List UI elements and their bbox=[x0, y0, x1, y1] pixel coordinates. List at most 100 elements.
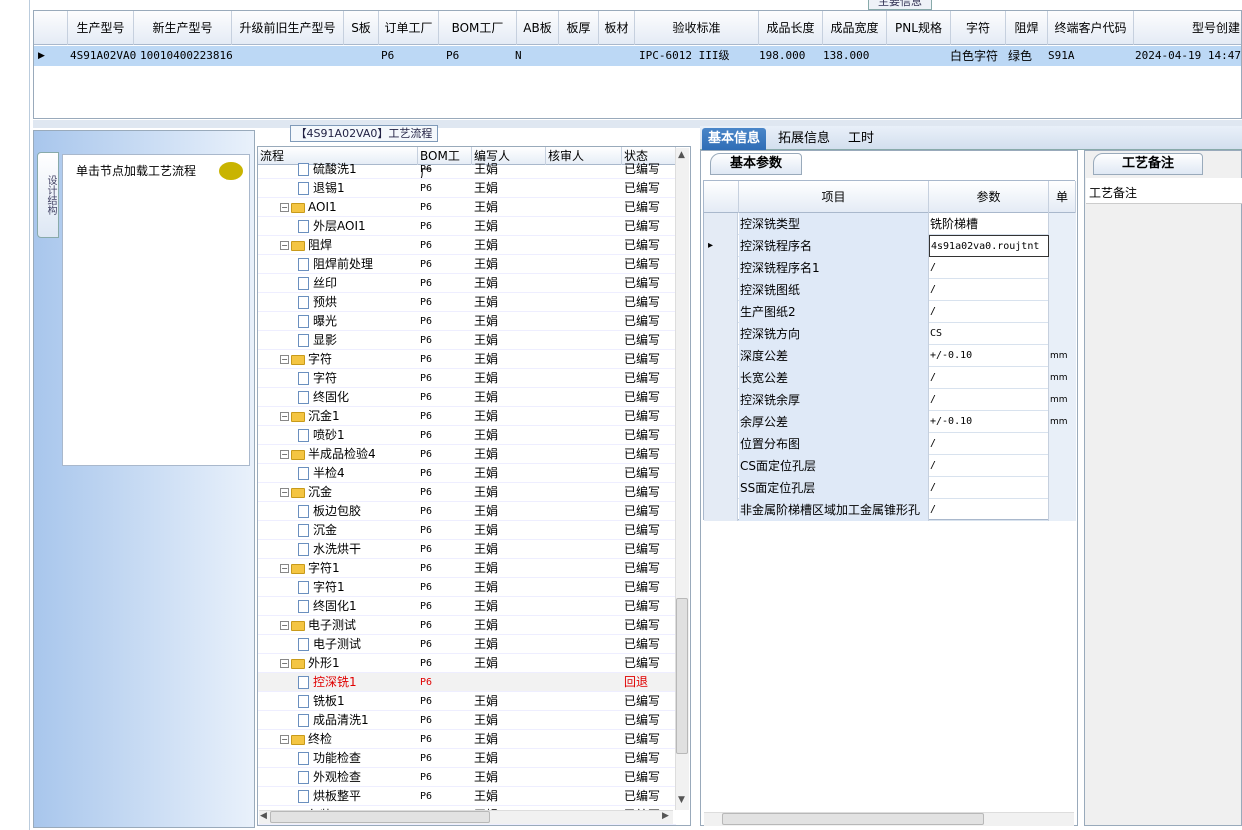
param-value[interactable]: / bbox=[929, 367, 1049, 389]
cell[interactable]: 10010400223816 bbox=[140, 46, 233, 66]
tab-extended-info[interactable]: 拓展信息 bbox=[772, 128, 836, 150]
tree-row[interactable]: 烘板整平 P6 王娟 已编写 bbox=[258, 787, 676, 806]
tree-row[interactable]: 阻焊前处理 P6 王娟 已编写 bbox=[258, 255, 676, 274]
cell[interactable]: 198.000 bbox=[759, 46, 805, 66]
row-selector[interactable]: ▸ bbox=[704, 235, 738, 257]
tree-row[interactable]: − 电子测试 P6 王娟 已编写 bbox=[258, 616, 676, 635]
cell[interactable]: P6 bbox=[446, 46, 459, 66]
row-selector[interactable] bbox=[704, 433, 738, 455]
param-row[interactable]: 控深铣程序名1/ bbox=[704, 257, 1076, 279]
param-value[interactable]: 4s91a02va0.roujtnt bbox=[929, 235, 1049, 257]
param-row[interactable]: 余厚公差 +/-0.10 mm bbox=[704, 411, 1076, 433]
collapse-icon[interactable]: − bbox=[280, 241, 289, 250]
table-row[interactable]: ▶ 4S91A02VA0 10010400223816 P6 P6 N IPC-… bbox=[34, 46, 1242, 66]
row-selector[interactable] bbox=[704, 213, 738, 235]
param-value[interactable]: CS bbox=[929, 323, 1049, 345]
col-header[interactable]: AB板 bbox=[517, 11, 559, 45]
row-selector[interactable] bbox=[704, 499, 738, 521]
col-header[interactable]: S板 bbox=[344, 11, 379, 45]
tree-row[interactable]: 退锡1 P6 王娟 已编写 bbox=[258, 179, 676, 198]
param-value[interactable]: / bbox=[929, 279, 1049, 301]
cell[interactable]: S91A bbox=[1048, 46, 1075, 66]
cell[interactable]: 2024-04-19 14:47:0 bbox=[1135, 46, 1242, 66]
cell[interactable]: N bbox=[515, 46, 522, 66]
tree-row[interactable]: − 半成品检验4 P6 王娟 已编写 bbox=[258, 445, 676, 464]
row-selector[interactable] bbox=[704, 411, 738, 433]
tree-row[interactable]: 终固化 P6 王娟 已编写 bbox=[258, 388, 676, 407]
col-header[interactable]: 终端客户代码 bbox=[1048, 11, 1134, 45]
tree-horizontal-scroll-thumb[interactable] bbox=[270, 811, 490, 823]
param-row[interactable]: CS面定位孔层 / bbox=[704, 455, 1076, 477]
param-value[interactable]: / bbox=[929, 301, 1049, 323]
tree-row[interactable]: − 字符1 P6 王娟 已编写 bbox=[258, 559, 676, 578]
param-row[interactable]: SS面定位孔层 / bbox=[704, 477, 1076, 499]
tab-basic-info[interactable]: 基本信息 bbox=[702, 128, 767, 150]
tree-row[interactable]: 字符1 P6 王娟 已编写 bbox=[258, 578, 676, 597]
param-value[interactable]: / bbox=[929, 499, 1049, 521]
tree-row[interactable]: − 外形1 P6 王娟 已编写 bbox=[258, 654, 676, 673]
cell[interactable]: 白色字符 bbox=[950, 46, 998, 66]
col-header[interactable]: 板材 bbox=[599, 11, 635, 45]
tree-row[interactable]: 沉金 P6 王娟 已编写 bbox=[258, 521, 676, 540]
param-value[interactable]: / bbox=[929, 477, 1049, 499]
row-selector[interactable] bbox=[704, 301, 738, 323]
tree-row[interactable]: − 字符 P6 王娟 已编写 bbox=[258, 350, 676, 369]
tree-row[interactable]: 水洗烘干 P6 王娟 已编写 bbox=[258, 540, 676, 559]
tree-vertical-scroll-thumb[interactable] bbox=[676, 598, 688, 754]
col-header[interactable]: 新生产型号 bbox=[134, 11, 232, 45]
param-row[interactable]: 生产图纸2/ bbox=[704, 301, 1076, 323]
param-row[interactable]: 深度公差 +/-0.10 mm bbox=[704, 345, 1076, 367]
col-header[interactable]: 项目 bbox=[739, 181, 929, 213]
col-header[interactable]: 型号创建 bbox=[1134, 11, 1242, 45]
tree-row[interactable]: 硫酸洗1 P6 王娟 已编写 bbox=[258, 160, 676, 179]
main-info-tab[interactable]: 主要信息 bbox=[868, 0, 932, 10]
basic-params-tab[interactable]: 基本参数 bbox=[710, 153, 802, 175]
col-header[interactable]: 板厚 bbox=[559, 11, 599, 45]
col-header[interactable]: 订单工厂 bbox=[379, 11, 439, 45]
row-selector[interactable] bbox=[704, 257, 738, 279]
tree-row[interactable]: 功能检查 P6 王娟 已编写 bbox=[258, 749, 676, 768]
tree-row[interactable]: − 沉金1 P6 王娟 已编写 bbox=[258, 407, 676, 426]
row-selector[interactable] bbox=[704, 323, 738, 345]
scroll-left-icon[interactable]: ◀ bbox=[260, 811, 267, 821]
param-value[interactable]: +/-0.10 bbox=[929, 411, 1049, 433]
cell[interactable]: IPC-6012 III级 bbox=[639, 46, 729, 66]
cell[interactable]: 绿色 bbox=[1008, 46, 1032, 66]
tab-work-hours[interactable]: 工时 bbox=[842, 128, 880, 150]
tree-row[interactable]: 终固化1 P6 王娟 已编写 bbox=[258, 597, 676, 616]
row-selector-header[interactable] bbox=[34, 11, 68, 45]
param-row[interactable]: 长宽公差 / mm bbox=[704, 367, 1076, 389]
col-header[interactable]: 升级前旧生产型号 bbox=[232, 11, 344, 45]
param-value[interactable]: 铣阶梯槽 bbox=[929, 213, 1049, 235]
col-header[interactable]: 成品长度 bbox=[759, 11, 823, 45]
cell[interactable]: 138.000 bbox=[823, 46, 869, 66]
collapse-icon[interactable]: − bbox=[280, 412, 289, 421]
tree-row[interactable]: 电子测试 P6 王娟 已编写 bbox=[258, 635, 676, 654]
collapse-icon[interactable]: − bbox=[280, 659, 289, 668]
col-header[interactable]: 生产型号 bbox=[68, 11, 134, 45]
param-row[interactable]: 控深铣类型 铣阶梯槽 bbox=[704, 213, 1076, 235]
param-horizontal-scroll-thumb[interactable] bbox=[722, 813, 984, 825]
structure-tab[interactable]: 设计结构 bbox=[37, 152, 59, 238]
collapse-icon[interactable]: − bbox=[280, 355, 289, 364]
param-value[interactable]: +/-0.10 bbox=[929, 345, 1049, 367]
row-selector[interactable] bbox=[704, 345, 738, 367]
col-header[interactable]: 阻焊 bbox=[1006, 11, 1048, 45]
row-selector[interactable] bbox=[704, 389, 738, 411]
tree-row[interactable]: 字符 P6 王娟 已编写 bbox=[258, 369, 676, 388]
row-selector[interactable] bbox=[704, 367, 738, 389]
tree-row[interactable]: 丝印 P6 王娟 已编写 bbox=[258, 274, 676, 293]
param-row[interactable]: 非金属阶梯槽区域加工金属锥形孔 / bbox=[704, 499, 1076, 521]
tree-row[interactable]: 预烘 P6 王娟 已编写 bbox=[258, 293, 676, 312]
col-header[interactable]: 验收标准 bbox=[635, 11, 759, 45]
row-selector[interactable] bbox=[704, 279, 738, 301]
row-selector-header[interactable] bbox=[704, 181, 739, 213]
col-header[interactable]: 成品宽度 bbox=[823, 11, 887, 45]
param-row[interactable]: 控深铣余厚 / mm bbox=[704, 389, 1076, 411]
scroll-right-icon[interactable]: ▶ bbox=[662, 811, 669, 821]
param-row[interactable]: 控深铣方向 CS bbox=[704, 323, 1076, 345]
col-header[interactable]: 单 bbox=[1049, 181, 1076, 213]
tree-row[interactable]: 曝光 P6 王娟 已编写 bbox=[258, 312, 676, 331]
col-header[interactable]: BOM工厂 bbox=[439, 11, 517, 45]
structure-tree-box[interactable] bbox=[62, 154, 250, 466]
